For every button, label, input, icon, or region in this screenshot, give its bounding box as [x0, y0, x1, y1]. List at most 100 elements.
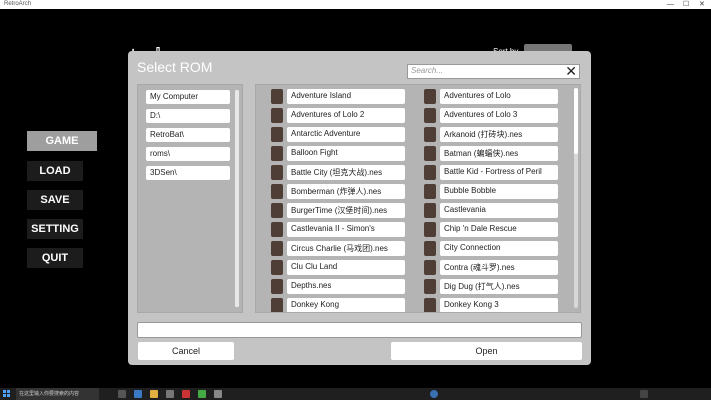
folder-scrollbar-thumb[interactable]: [235, 90, 239, 307]
rom-cartridge-icon: [424, 298, 436, 312]
rom-item[interactable]: City Connection: [424, 241, 558, 256]
rom-item[interactable]: Contra (魂斗罗).nes: [424, 260, 558, 275]
rom-cartridge-icon: [271, 89, 283, 104]
rom-label: City Connection: [444, 243, 501, 252]
rom-item[interactable]: Battle Kid - Fortress of Peril: [424, 165, 558, 180]
app-icon[interactable]: [182, 390, 190, 398]
close-icon[interactable]: ✕: [565, 63, 577, 79]
app-icon[interactable]: [198, 390, 206, 398]
edge-icon[interactable]: [134, 390, 142, 398]
rom-item[interactable]: Castlevania: [424, 203, 558, 218]
rom-item[interactable]: Adventure Island: [271, 89, 405, 104]
folder-item[interactable]: roms\: [146, 147, 230, 161]
rom-label-box: Bubble Bobble: [440, 184, 558, 199]
rom-item[interactable]: Balloon Fight: [271, 146, 405, 161]
rom-label-box: Adventures of Lolo: [440, 89, 558, 104]
rom-label-box: Antarctic Adventure: [287, 127, 405, 142]
close-window-button[interactable]: ✕: [699, 0, 705, 9]
rom-scrollbar[interactable]: [574, 88, 578, 308]
rom-label: Batman (蝙蝠侠).nes: [444, 149, 519, 158]
rom-item[interactable]: Dig Dug (打气人).nes: [424, 279, 558, 294]
rom-cartridge-icon: [271, 146, 283, 161]
file-explorer-icon[interactable]: [150, 390, 158, 398]
rom-label-box: Circus Charlie (马戏团).nes: [287, 241, 405, 256]
rom-label-box: Contra (魂斗罗).nes: [440, 260, 558, 275]
windows-start-icon[interactable]: [3, 390, 11, 398]
menu-quit-button[interactable]: QUIT: [27, 248, 83, 268]
rom-label-box: Balloon Fight: [287, 146, 405, 161]
rom-label: Clu Clu Land: [291, 262, 338, 271]
rom-label-box: Battle City (坦克大战).nes: [287, 165, 405, 180]
taskbar-search[interactable]: 在这里输入你要搜索的内容: [16, 388, 99, 400]
open-button[interactable]: Open: [391, 342, 582, 360]
rom-item[interactable]: Arkanoid (打砖块).nes: [424, 127, 558, 142]
search-input[interactable]: Search... ✕: [407, 63, 580, 79]
folder-item[interactable]: D:\: [146, 109, 230, 123]
rom-item[interactable]: Antarctic Adventure: [271, 127, 405, 142]
rom-cartridge-icon: [271, 298, 283, 312]
rom-label: BurgerTime (汉堡时间).nes: [291, 206, 388, 215]
select-rom-dialog: Select ROM Search... ✕ My Computer D:\ R…: [128, 51, 591, 365]
rom-item[interactable]: Clu Clu Land: [271, 260, 405, 275]
rom-item[interactable]: Castlevania II - Simon's: [271, 222, 405, 237]
rom-label-box: Clu Clu Land: [287, 260, 405, 275]
minimize-button[interactable]: —: [667, 0, 674, 9]
retroarch-icon[interactable]: [214, 390, 222, 398]
rom-cartridge-icon: [424, 241, 436, 256]
rom-item[interactable]: Adventures of Lolo: [424, 89, 558, 104]
rom-label-box: Battle Kid - Fortress of Peril: [440, 165, 558, 180]
rom-item[interactable]: Adventures of Lolo 3: [424, 108, 558, 123]
rom-label: Circus Charlie (马戏团).nes: [291, 244, 388, 253]
dialog-title: Select ROM: [137, 59, 213, 75]
task-view-icon[interactable]: [118, 390, 126, 398]
rom-item[interactable]: Battle City (坦克大战).nes: [271, 165, 405, 180]
rom-item[interactable]: BurgerTime (汉堡时间).nes: [271, 203, 405, 218]
rom-label: Antarctic Adventure: [291, 129, 361, 138]
rom-scrollbar-thumb[interactable]: [574, 88, 578, 154]
rom-label: Castlevania II - Simon's: [291, 224, 375, 233]
store-icon[interactable]: [166, 390, 174, 398]
rom-item[interactable]: Depths.nes: [271, 279, 405, 294]
rom-item[interactable]: Adventures of Lolo 2: [271, 108, 405, 123]
rom-label-box: Adventures of Lolo 2: [287, 108, 405, 123]
rom-cartridge-icon: [424, 222, 436, 237]
rom-list: Adventure Island Adventures of Lolo Advent…: [255, 84, 581, 313]
rom-cartridge-icon: [424, 127, 436, 142]
menu-load-button[interactable]: LOAD: [27, 161, 83, 181]
menu-setting-button[interactable]: SETTING: [27, 219, 83, 239]
folder-item[interactable]: My Computer: [146, 90, 230, 104]
rom-label-box: Castlevania: [440, 203, 558, 218]
rom-label-box: Adventures of Lolo 3: [440, 108, 558, 123]
rom-label: Adventures of Lolo: [444, 91, 511, 100]
rom-cartridge-icon: [424, 165, 436, 180]
rom-item[interactable]: Batman (蝙蝠侠).nes: [424, 146, 558, 161]
menu-save-button[interactable]: SAVE: [27, 190, 83, 210]
cancel-button[interactable]: Cancel: [138, 342, 234, 360]
menu-game-button[interactable]: GAME: [27, 131, 97, 151]
tray-icons[interactable]: [640, 390, 648, 398]
rom-cartridge-icon: [424, 279, 436, 294]
folder-item[interactable]: 3DSen\: [146, 166, 230, 180]
rom-label: Adventures of Lolo 3: [444, 110, 518, 119]
rom-label: Contra (魂斗罗).nes: [444, 263, 515, 272]
rom-item[interactable]: Bubble Bobble: [424, 184, 558, 199]
rom-label: Donkey Kong 3: [444, 300, 499, 309]
rom-item[interactable]: Donkey Kong 3: [424, 298, 558, 312]
folder-item[interactable]: RetroBat\: [146, 128, 230, 142]
rom-label: Adventure Island: [291, 91, 352, 100]
rom-item[interactable]: Donkey Kong: [271, 298, 405, 312]
rom-cartridge-icon: [271, 222, 283, 237]
folder-label: roms\: [150, 149, 170, 158]
rom-item[interactable]: Bomberman (炸弹人).nes: [271, 184, 405, 199]
folder-scrollbar[interactable]: [235, 90, 239, 307]
path-input[interactable]: [137, 322, 582, 338]
rom-cartridge-icon: [271, 279, 283, 294]
rom-cartridge-icon: [424, 89, 436, 104]
maximize-button[interactable]: ☐: [683, 0, 689, 9]
rom-item[interactable]: Chip 'n Dale Rescue: [424, 222, 558, 237]
rom-label: Depths.nes: [291, 281, 332, 290]
rom-cartridge-icon: [271, 108, 283, 123]
rom-cartridge-icon: [271, 260, 283, 275]
rom-label-box: Chip 'n Dale Rescue: [440, 222, 558, 237]
rom-item[interactable]: Circus Charlie (马戏团).nes: [271, 241, 405, 256]
